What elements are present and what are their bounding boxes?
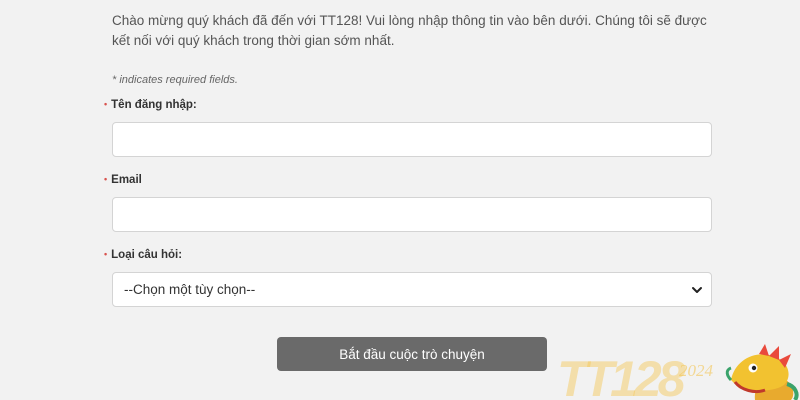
email-label: • Email [104,174,142,186]
dragon-icon [725,344,799,400]
question-type-label-text: Loại câu hỏi: [111,249,183,261]
username-input[interactable] [112,122,712,157]
username-label: • Tên đăng nhập: [104,99,197,111]
required-star: • [104,249,108,259]
username-label-text: Tên đăng nhập: [111,99,197,111]
email-input[interactable] [112,197,712,232]
question-type-selected-value: --Chọn một tùy chọn-- [124,282,256,297]
required-star: • [104,99,108,109]
start-chat-button[interactable]: Bắt đầu cuộc trò chuyện [277,337,547,371]
email-label-text: Email [111,174,142,186]
svg-text:TT128: TT128 [557,351,686,400]
intro-text: Chào mừng quý khách đã đến với TT128! Vu… [112,13,707,48]
brand-logo: TT128 2024 [555,340,800,400]
required-star: • [104,174,108,184]
chevron-down-icon [692,287,702,293]
required-fields-note: * indicates required fields. [112,74,238,86]
question-type-select[interactable]: --Chọn một tùy chọn-- [112,272,712,307]
svg-text:2024: 2024 [679,361,714,380]
question-type-label: • Loại câu hỏi: [104,249,182,261]
